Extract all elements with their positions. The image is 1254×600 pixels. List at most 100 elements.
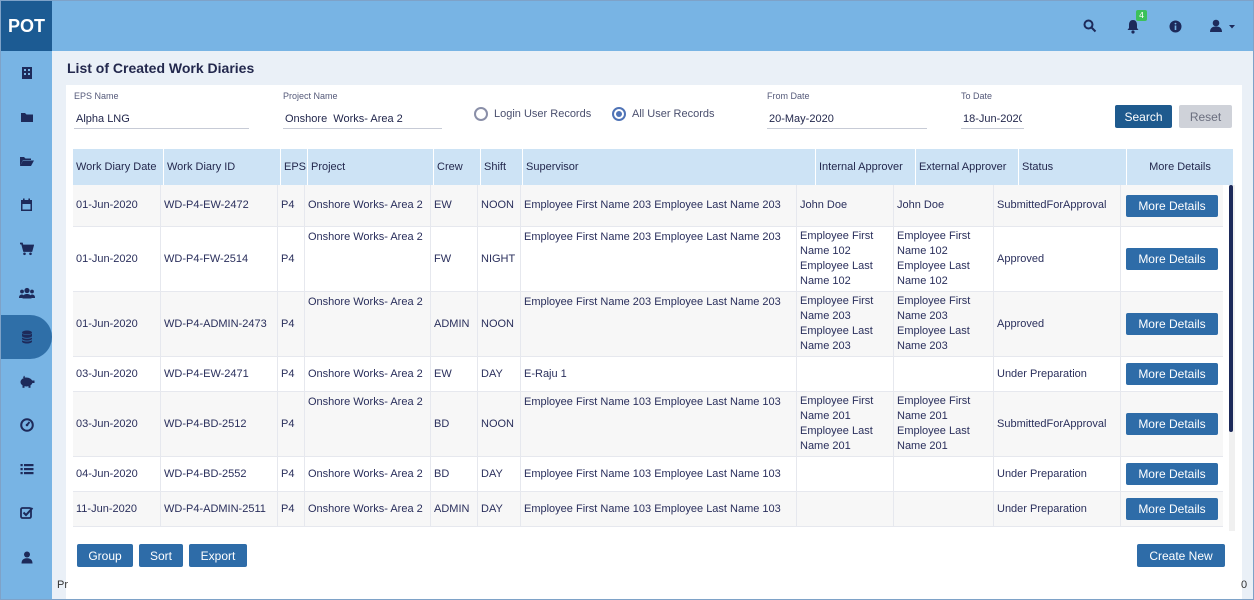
cell-id: WD-P4-BD-2552	[161, 457, 278, 491]
from-date-input[interactable]	[767, 109, 927, 129]
create-new-button[interactable]: Create New	[1137, 544, 1225, 567]
cell-shift: NOON	[478, 392, 521, 456]
project-name-label: Project Name	[283, 91, 338, 101]
table-row: 01-Jun-2020 WD-P4-FW-2514 P4 Onshore Wor…	[73, 227, 1223, 292]
cell-crew: BD	[431, 457, 478, 491]
cell-id: WD-P4-EW-2472	[161, 185, 278, 226]
table-scrollbar[interactable]	[1229, 185, 1235, 531]
sidebar-item-profile[interactable]	[1, 535, 52, 579]
more-details-button[interactable]: More Details	[1126, 248, 1218, 270]
cell-external-approver	[894, 492, 994, 526]
cell-internal-approver	[797, 492, 894, 526]
sidebar-item-list[interactable]	[1, 447, 52, 491]
login-user-records-label: Login User Records	[494, 108, 592, 120]
cell-supervisor: Employee First Name 103 Employee Last Na…	[521, 457, 797, 491]
app-window: POT 4 List of Created Work Diaries EPS N…	[0, 0, 1254, 600]
cell-id: WD-P4-FW-2514	[161, 227, 278, 291]
building-icon	[21, 67, 32, 79]
login-user-records-radio[interactable]: Login User Records	[474, 107, 591, 121]
folder-icon	[20, 113, 33, 122]
cell-external-approver: Employee First Name 203 Employee Last Na…	[894, 292, 994, 356]
search-button[interactable]: Search	[1115, 105, 1172, 128]
user-icon	[21, 551, 32, 563]
sidebar-item-calendar[interactable]	[1, 183, 52, 227]
cell-internal-approver: Employee First Name 102 Employee Last Na…	[797, 227, 894, 291]
info-icon[interactable]	[1165, 16, 1185, 36]
th-internal-approver[interactable]: Internal Approver	[816, 149, 916, 185]
scrollbar-thumb[interactable]	[1229, 185, 1233, 432]
th-shift[interactable]: Shift	[481, 149, 523, 185]
sidebar-item-folder-open[interactable]	[1, 139, 52, 183]
sidebar-item-dashboard[interactable]	[1, 51, 52, 95]
notification-badge: 4	[1136, 10, 1147, 21]
calendar-icon	[21, 198, 32, 211]
from-date-label: From Date	[767, 91, 810, 101]
more-details-button[interactable]: More Details	[1126, 413, 1218, 435]
table-header: Work Diary Date Work Diary ID EPS Projec…	[73, 149, 1233, 185]
cell-crew: EW	[431, 357, 478, 391]
cell-crew: ADMIN	[431, 292, 478, 356]
cart-icon	[20, 242, 34, 256]
cell-status: SubmittedForApproval	[994, 392, 1121, 456]
more-details-button[interactable]: More Details	[1126, 363, 1218, 385]
radio-unchecked-icon	[474, 107, 488, 121]
cell-date: 01-Jun-2020	[73, 185, 161, 226]
more-details-button[interactable]: More Details	[1126, 463, 1218, 485]
group-button[interactable]: Group	[77, 544, 133, 567]
th-more-details: More Details	[1149, 161, 1211, 173]
more-details-button[interactable]: More Details	[1126, 195, 1218, 217]
cell-eps: P4	[278, 457, 305, 491]
cell-status: Under Preparation	[994, 357, 1121, 391]
radio-checked-icon	[612, 107, 626, 121]
th-project[interactable]: Project	[308, 149, 434, 185]
cell-supervisor: Employee First Name 203 Employee Last Na…	[521, 292, 797, 356]
sidebar-item-tasks[interactable]	[1, 491, 52, 535]
eps-name-input[interactable]	[74, 109, 249, 129]
cell-date: 01-Jun-2020	[73, 227, 161, 291]
cell-internal-approver: John Doe	[797, 185, 894, 226]
cell-project: Onshore Works- Area 2	[305, 492, 431, 526]
sidebar-item-team[interactable]	[1, 271, 52, 315]
user-menu-icon[interactable]	[1207, 16, 1241, 36]
cell-date: 03-Jun-2020	[73, 392, 161, 456]
to-date-input[interactable]	[961, 109, 1024, 129]
th-external-approver[interactable]: External Approver	[916, 149, 1019, 185]
all-user-records-label: All User Records	[632, 108, 715, 120]
cell-shift: NOON	[478, 292, 521, 356]
more-details-button[interactable]: More Details	[1126, 498, 1218, 520]
search-icon[interactable]	[1080, 16, 1100, 36]
sort-button[interactable]: Sort	[139, 544, 183, 567]
export-button[interactable]: Export	[189, 544, 247, 567]
sidebar-item-folder[interactable]	[1, 95, 52, 139]
cell-crew: FW	[431, 227, 478, 291]
project-name-input[interactable]	[283, 109, 442, 129]
th-eps[interactable]: EPS	[281, 149, 308, 185]
folder-open-icon	[19, 157, 34, 166]
cell-eps: P4	[278, 392, 305, 456]
cell-internal-approver: Employee First Name 201 Employee Last Na…	[797, 392, 894, 456]
sidebar-item-savings[interactable]	[1, 359, 52, 403]
table-row: 01-Jun-2020 WD-P4-EW-2472 P4 Onshore Wor…	[73, 185, 1223, 227]
all-user-records-radio[interactable]: All User Records	[612, 107, 715, 121]
sidebar-item-database[interactable]	[1, 315, 52, 359]
cell-crew: EW	[431, 185, 478, 226]
th-supervisor[interactable]: Supervisor	[523, 149, 816, 185]
cell-status: Approved	[994, 227, 1121, 291]
sidebar-item-cart[interactable]	[1, 227, 52, 271]
cell-status: Under Preparation	[994, 457, 1121, 491]
cell-status: SubmittedForApproval	[994, 185, 1121, 226]
th-status[interactable]: Status	[1019, 149, 1127, 185]
more-details-button[interactable]: More Details	[1126, 313, 1218, 335]
main-content: List of Created Work Diaries EPS Name Pr…	[52, 51, 1253, 599]
cell-supervisor: Employee First Name 203 Employee Last Na…	[521, 185, 797, 226]
sidebar-item-gauge[interactable]	[1, 403, 52, 447]
cell-crew: BD	[431, 392, 478, 456]
th-work-diary-id[interactable]: Work Diary ID	[164, 149, 281, 185]
cell-eps: P4	[278, 227, 305, 291]
cell-shift: DAY	[478, 457, 521, 491]
th-crew[interactable]: Crew	[434, 149, 481, 185]
reset-button[interactable]: Reset	[1179, 105, 1232, 128]
app-logo[interactable]: POT	[1, 1, 52, 51]
th-work-diary-date[interactable]: Work Diary Date	[73, 149, 164, 185]
cell-external-approver: Employee First Name 102 Employee Last Na…	[894, 227, 994, 291]
